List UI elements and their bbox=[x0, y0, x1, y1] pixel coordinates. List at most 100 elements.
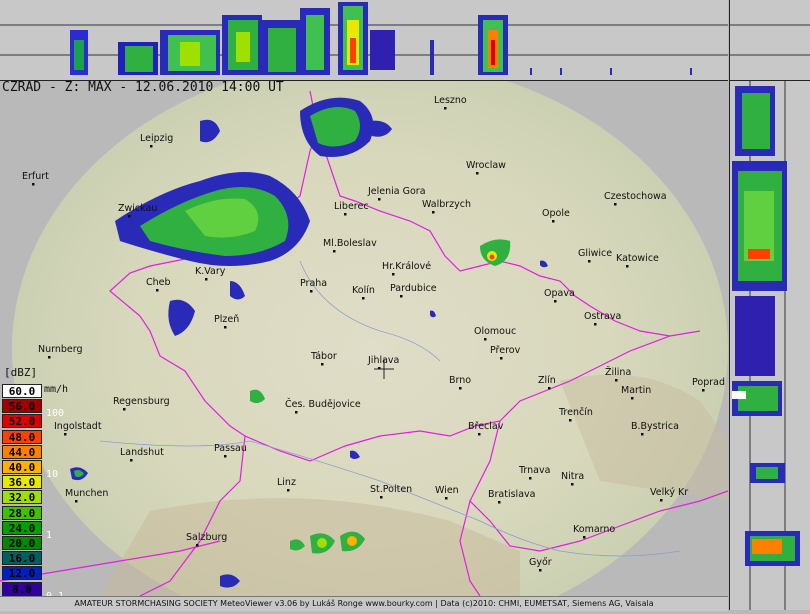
city-marker bbox=[445, 497, 448, 500]
city-marker bbox=[478, 433, 481, 436]
city-label: Jihlava bbox=[367, 355, 399, 366]
city-label: Munchen bbox=[65, 488, 108, 499]
city-label: Wroclaw bbox=[466, 160, 506, 171]
city-label: Břeclav bbox=[468, 421, 504, 432]
city-marker bbox=[631, 397, 634, 400]
city-marker bbox=[529, 477, 532, 480]
legend-level: 8.0 bbox=[2, 581, 42, 596]
city-marker bbox=[287, 489, 290, 492]
city-label: Salzburg bbox=[186, 532, 227, 543]
city-label: Leszno bbox=[434, 95, 467, 106]
city-marker bbox=[32, 183, 35, 186]
city-label: Passau bbox=[214, 443, 247, 454]
city-label: Ingolstadt bbox=[54, 421, 102, 432]
city-marker bbox=[64, 433, 67, 436]
city-marker bbox=[48, 356, 51, 359]
city-label: Poprad bbox=[692, 377, 725, 388]
city-marker bbox=[128, 215, 131, 218]
legend-level: 20.0 bbox=[2, 536, 42, 550]
legend-rate-label: 10 bbox=[46, 469, 59, 480]
city-label: Hr.Králové bbox=[382, 261, 431, 272]
city-marker bbox=[75, 500, 78, 503]
city-marker bbox=[310, 290, 313, 293]
city-label: Zwickau bbox=[118, 203, 157, 214]
city-marker bbox=[196, 544, 199, 547]
city-marker bbox=[552, 220, 555, 223]
legend-level: 40.0 bbox=[2, 460, 42, 474]
city-label: Cheb bbox=[146, 277, 171, 288]
city-label: Čes. Budějovice bbox=[285, 398, 361, 410]
city-label: K.Vary bbox=[195, 266, 226, 277]
city-label: Olomouc bbox=[474, 326, 516, 337]
city-marker bbox=[571, 483, 574, 486]
city-marker bbox=[156, 289, 159, 292]
city-label: Győr bbox=[529, 557, 552, 568]
city-label: Opole bbox=[542, 208, 570, 219]
radar-map[interactable]: Leszno Leipzig Erfurt Wroclaw Jelenia Gora Wa… bbox=[0, 81, 728, 596]
legend-level: 32.0 bbox=[2, 490, 42, 505]
city-label: Kolín bbox=[352, 285, 375, 296]
city-marker bbox=[484, 338, 487, 341]
legend-level: 60.0 bbox=[2, 384, 42, 398]
city-label: Pardubice bbox=[390, 283, 437, 294]
city-marker bbox=[344, 213, 347, 216]
map-title: CZRAD - Z: MAX - 12.06.2010 14:00 UT bbox=[2, 80, 284, 95]
city-marker bbox=[498, 501, 501, 504]
city-label: Jelenia Gora bbox=[367, 186, 426, 197]
city-label: Komarno bbox=[573, 524, 615, 535]
city-label: Martin bbox=[621, 385, 651, 396]
city-label: Czestochowa bbox=[604, 191, 667, 202]
city-marker bbox=[660, 499, 663, 502]
city-label: Ostrava bbox=[584, 311, 621, 322]
city-label: Trnava bbox=[518, 465, 550, 476]
corner-panel bbox=[729, 0, 810, 81]
city-label: Walbrzych bbox=[422, 199, 471, 210]
city-marker bbox=[641, 433, 644, 436]
dbz-legend: 60.0 56.0 52.0 48.0 44.0 40.0 36.0 32.0 28.0 24.0… bbox=[0, 366, 68, 611]
city-marker bbox=[476, 172, 479, 175]
right-echo-cells bbox=[732, 86, 800, 566]
city-marker bbox=[295, 411, 298, 414]
city-label: Nurnberg bbox=[38, 344, 83, 355]
legend-rate-unit: mm/h bbox=[44, 384, 69, 395]
city-marker bbox=[392, 273, 395, 276]
city-marker bbox=[362, 297, 365, 300]
city-label: Praha bbox=[300, 278, 327, 289]
top-cross-section-panel bbox=[0, 0, 728, 81]
city-marker bbox=[378, 367, 381, 370]
city-label: Trenčín bbox=[558, 407, 593, 418]
city-marker bbox=[400, 295, 403, 298]
city-marker bbox=[130, 459, 133, 462]
city-label: Nitra bbox=[561, 471, 584, 482]
city-label: Zlín bbox=[538, 375, 556, 386]
city-marker bbox=[548, 387, 551, 390]
city-marker bbox=[150, 145, 153, 148]
city-label: Bratislava bbox=[488, 489, 535, 500]
city-label: Regensburg bbox=[113, 396, 170, 407]
city-marker bbox=[594, 323, 597, 326]
right-cross-section-panel bbox=[729, 81, 810, 610]
legend-level: 36.0 bbox=[2, 475, 42, 490]
city-marker bbox=[380, 496, 383, 499]
city-marker bbox=[569, 419, 572, 422]
footer-credits: AMATEUR STORMCHASING SOCIETY MeteoViewer… bbox=[0, 596, 728, 611]
city-label: Tábor bbox=[310, 351, 337, 362]
legend-level: 52.0 bbox=[2, 414, 42, 429]
city-marker bbox=[224, 326, 227, 329]
city-marker bbox=[615, 379, 618, 382]
city-marker bbox=[205, 278, 208, 281]
city-label: Ml.Boleslav bbox=[323, 238, 377, 249]
city-marker bbox=[444, 107, 447, 110]
city-label: Opava bbox=[544, 288, 575, 299]
city-label: Linz bbox=[277, 477, 296, 488]
legend-level: 16.0 bbox=[2, 551, 42, 566]
city-marker bbox=[333, 250, 336, 253]
right-cross-section-svg bbox=[732, 81, 800, 610]
city-label: St.Polten bbox=[370, 484, 412, 495]
city-marker bbox=[588, 260, 591, 263]
city-label: Brno bbox=[449, 375, 471, 386]
city-label: Katowice bbox=[616, 253, 659, 264]
city-marker bbox=[378, 198, 381, 201]
city-label: Žilina bbox=[605, 366, 631, 378]
top-cross-section-svg bbox=[0, 2, 728, 75]
